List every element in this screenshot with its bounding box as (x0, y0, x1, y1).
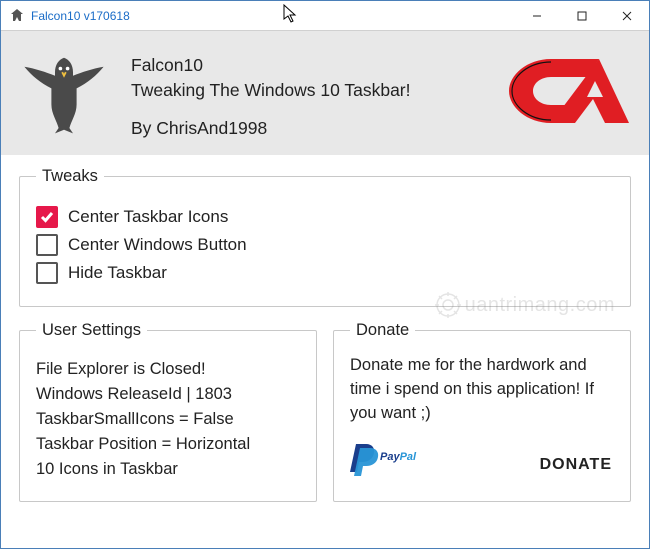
app-tagline: Tweaking The Windows 10 Taskbar! (131, 78, 469, 103)
tweak-label: Hide Taskbar (68, 263, 167, 283)
ca-logo (491, 51, 631, 131)
falcon-icon (19, 47, 109, 137)
user-setting-line: Taskbar Position = Horizontal (36, 435, 300, 454)
user-setting-line: 10 Icons in Taskbar (36, 460, 300, 479)
checkbox-center-taskbar-icons[interactable] (36, 206, 58, 228)
app-name: Falcon10 (131, 53, 469, 78)
checkbox-hide-taskbar[interactable] (36, 262, 58, 284)
minimize-button[interactable] (514, 1, 559, 30)
tweaks-group: Tweaks Center Taskbar Icons Center Windo… (19, 167, 631, 307)
close-button[interactable] (604, 1, 649, 30)
app-icon (9, 8, 25, 24)
tweak-label: Center Windows Button (68, 235, 247, 255)
header: Falcon10 Tweaking The Windows 10 Taskbar… (1, 31, 649, 155)
tweak-label: Center Taskbar Icons (68, 207, 228, 227)
tweak-row: Center Taskbar Icons (36, 206, 614, 228)
maximize-button[interactable] (559, 1, 604, 30)
donate-text: Donate me for the hardwork and time i sp… (350, 354, 614, 426)
app-author: By ChrisAnd1998 (131, 116, 469, 141)
tweak-row: Hide Taskbar (36, 262, 614, 284)
user-setting-line: File Explorer is Closed! (36, 360, 300, 379)
user-setting-line: TaskbarSmallIcons = False (36, 410, 300, 429)
tweak-row: Center Windows Button (36, 234, 614, 256)
user-setting-line: Windows ReleaseId | 1803 (36, 385, 300, 404)
user-settings-group: User Settings File Explorer is Closed! W… (19, 321, 317, 502)
donate-group: Donate Donate me for the hardwork and ti… (333, 321, 631, 502)
titlebar: Falcon10 v170618 (1, 1, 649, 31)
checkbox-center-windows-button[interactable] (36, 234, 58, 256)
tweaks-legend: Tweaks (36, 167, 104, 186)
paypal-icon[interactable]: PayPal (350, 442, 420, 478)
svg-text:PayPal: PayPal (380, 451, 417, 463)
donate-button[interactable]: DONATE (538, 452, 614, 478)
donate-legend: Donate (350, 321, 415, 340)
window-title: Falcon10 v170618 (31, 9, 514, 23)
user-settings-legend: User Settings (36, 321, 147, 340)
